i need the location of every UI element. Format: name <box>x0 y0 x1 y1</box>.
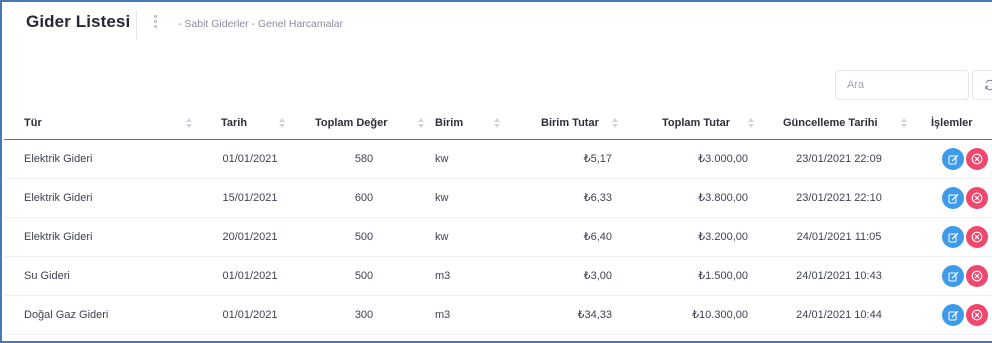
cell-toplam-tutar: ₺3.800,00 <box>698 192 748 204</box>
table-header: Tür Tarih Toplam Değer Birim Birim Tutar… <box>4 108 992 140</box>
gider-listesi-panel: Gider Listesi - Sabit Giderler - Genel H… <box>0 0 992 343</box>
delete-button[interactable] <box>966 226 988 248</box>
column-header-tur[interactable]: Tür <box>24 108 42 139</box>
cell-tarih: 01/01/2021 <box>222 270 278 282</box>
delete-icon <box>971 231 983 243</box>
cell-toplam-tutar: ₺1.500,00 <box>698 270 748 282</box>
cell-tarih: 01/01/2021 <box>222 309 278 321</box>
edit-button[interactable] <box>942 187 964 209</box>
cell-guncelleme-tarihi: 24/01/2021 10:43 <box>796 270 882 282</box>
edit-icon <box>948 271 958 281</box>
table-row: Su Gideri 01/01/2021 500 m3 ₺3,00 ₺1.500… <box>4 257 992 296</box>
edit-icon <box>948 232 958 242</box>
cell-birim-tutar: ₺5,17 <box>583 153 612 165</box>
table-body: Elektrik Gideri 01/01/2021 580 kw ₺5,17 … <box>4 140 992 335</box>
edit-button[interactable] <box>942 148 964 170</box>
delete-button[interactable] <box>966 265 988 287</box>
column-header-guncelleme-tarihi[interactable]: Güncelleme Tarihi <box>783 108 878 139</box>
cell-birim: m3 <box>435 270 451 282</box>
delete-button[interactable] <box>966 304 988 326</box>
table-row: Elektrik Gideri 15/01/2021 600 kw ₺6,33 … <box>4 179 992 218</box>
delete-button[interactable] <box>966 187 988 209</box>
column-header-birim-tutar[interactable]: Birim Tutar <box>541 108 599 139</box>
cell-toplam-deger: 600 <box>354 192 374 204</box>
sort-icon[interactable] <box>186 118 192 130</box>
column-header-toplam-deger[interactable]: Toplam Değer <box>315 108 388 139</box>
delete-button[interactable] <box>966 148 988 170</box>
edit-icon <box>948 310 958 320</box>
cell-birim: kw <box>435 231 449 243</box>
cell-toplam-deger: 300 <box>354 309 374 321</box>
cell-birim-tutar: ₺34,33 <box>577 309 612 321</box>
cell-birim: kw <box>435 153 449 165</box>
cell-birim: m3 <box>435 309 451 321</box>
breadcrumb-dots-icon <box>153 15 159 31</box>
column-header-tarih[interactable]: Tarih <box>221 108 247 139</box>
table-row: Elektrik Gideri 20/01/2021 500 kw ₺6,40 … <box>4 218 992 257</box>
cell-tarih: 01/01/2021 <box>222 153 278 165</box>
search-box <box>835 70 969 100</box>
delete-icon <box>971 192 983 204</box>
edit-icon <box>948 154 958 164</box>
cell-toplam-tutar: ₺3.000,00 <box>698 153 748 165</box>
sort-icon[interactable] <box>418 118 424 130</box>
cell-toplam-deger: 580 <box>354 153 374 165</box>
sort-icon[interactable] <box>494 118 500 130</box>
breadcrumb: - Sabit Giderler - Genel Harcamalar <box>178 18 344 30</box>
column-header-birim[interactable]: Birim <box>435 108 463 139</box>
cell-guncelleme-tarihi: 24/01/2021 10:44 <box>796 309 882 321</box>
cell-tarih: 20/01/2021 <box>222 231 278 243</box>
delete-icon <box>971 153 983 165</box>
column-header-toplam-tutar[interactable]: Toplam Tutar <box>662 108 730 139</box>
cell-toplam-tutar: ₺3.200,00 <box>698 231 748 243</box>
cell-guncelleme-tarihi: 24/01/2021 11:05 <box>796 231 882 243</box>
cell-toplam-deger: 500 <box>354 231 374 243</box>
column-header-islemler: İşlemler <box>931 117 973 129</box>
refresh-button[interactable] <box>972 70 992 100</box>
search-input[interactable] <box>836 71 968 99</box>
cell-birim-tutar: ₺6,33 <box>583 192 612 204</box>
cell-birim-tutar: ₺6,40 <box>583 231 612 243</box>
delete-icon <box>971 270 983 282</box>
sort-icon[interactable] <box>748 118 754 130</box>
cell-guncelleme-tarihi: 23/01/2021 22:09 <box>796 153 882 165</box>
table-row: Elektrik Gideri 01/01/2021 580 kw ₺5,17 … <box>4 140 992 179</box>
edit-button[interactable] <box>942 226 964 248</box>
edit-icon <box>948 193 958 203</box>
sort-icon[interactable] <box>612 118 618 130</box>
cell-toplam-deger: 500 <box>354 270 374 282</box>
edit-button[interactable] <box>942 304 964 326</box>
page-title: Gider Listesi <box>26 12 131 31</box>
cell-toplam-tutar: ₺10.300,00 <box>692 309 748 321</box>
title-divider <box>136 10 137 40</box>
cell-tarih: 15/01/2021 <box>222 192 278 204</box>
sort-icon[interactable] <box>279 118 285 130</box>
cell-tur: Su Gideri <box>24 270 70 282</box>
delete-icon <box>971 309 983 321</box>
cell-guncelleme-tarihi: 23/01/2021 22:10 <box>796 192 882 204</box>
cell-tur: Elektrik Gideri <box>24 231 93 243</box>
cell-birim-tutar: ₺3,00 <box>583 270 612 282</box>
expense-table: Tür Tarih Toplam Değer Birim Birim Tutar… <box>4 108 992 335</box>
cell-tur: Elektrik Gideri <box>24 153 93 165</box>
sort-icon[interactable] <box>901 118 907 130</box>
cell-tur: Elektrik Gideri <box>24 192 93 204</box>
panel-header: Gider Listesi - Sabit Giderler - Genel H… <box>2 2 992 46</box>
table-row: Doğal Gaz Gideri 01/01/2021 300 m3 ₺34,3… <box>4 296 992 335</box>
cell-birim: kw <box>435 192 449 204</box>
cell-tur: Doğal Gaz Gideri <box>24 309 109 321</box>
refresh-icon <box>985 79 992 91</box>
edit-button[interactable] <box>942 265 964 287</box>
